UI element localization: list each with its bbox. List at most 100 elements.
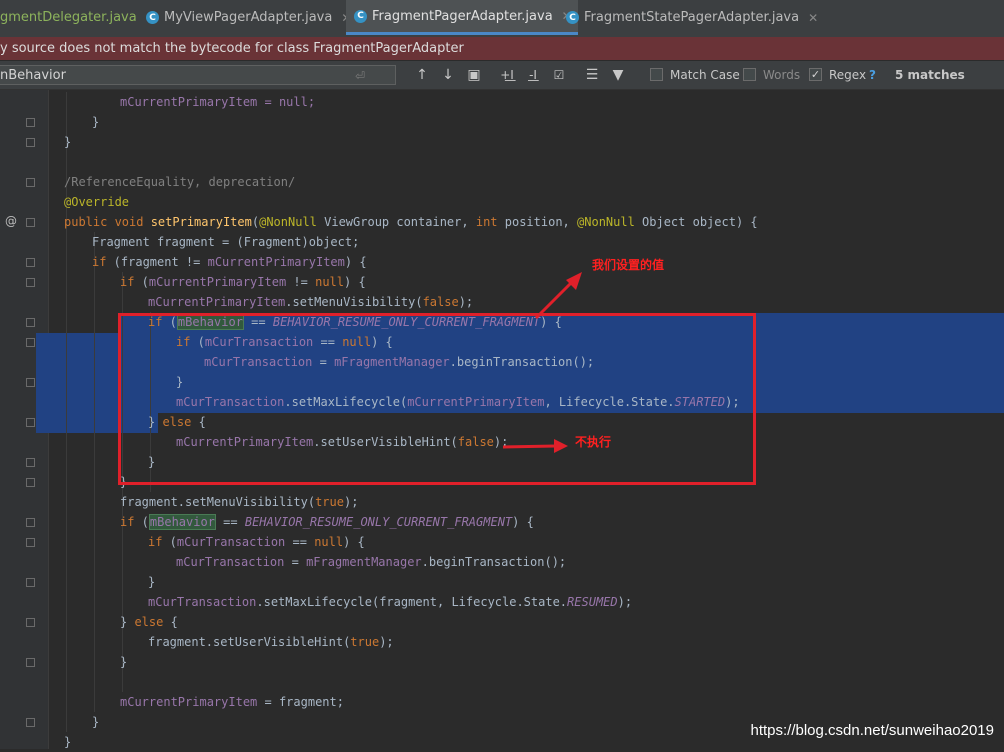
code-line: } bbox=[120, 652, 127, 672]
warning-text: y source does not match the bytecode for… bbox=[0, 41, 464, 56]
code-token: public void bbox=[64, 215, 151, 229]
add-occurrence-icon[interactable]: +͟I bbox=[498, 66, 516, 84]
code-token: position, bbox=[497, 215, 578, 229]
fold-marker-icon[interactable] bbox=[26, 338, 35, 347]
code-token: @NonNull bbox=[577, 215, 635, 229]
select-all-occurrences-icon[interactable]: ▣ bbox=[466, 66, 482, 84]
code-token: ) { bbox=[344, 255, 367, 269]
tab-fragment-delegater[interactable]: gmentDelegater.java ✕ bbox=[0, 0, 156, 35]
code-token: RESUMED bbox=[567, 595, 618, 609]
code-token: == bbox=[215, 515, 245, 529]
code-token: if bbox=[148, 535, 163, 549]
fold-marker-icon[interactable] bbox=[26, 658, 35, 667]
code-token: = fragment; bbox=[257, 695, 344, 709]
code-token: Fragment fragment = (Fragment)object; bbox=[92, 235, 360, 249]
override-marker-icon[interactable]: @ bbox=[5, 214, 17, 228]
code-token: mCurrentPrimaryItem bbox=[207, 255, 345, 269]
fold-marker-icon[interactable] bbox=[26, 418, 35, 427]
fold-marker-icon[interactable] bbox=[26, 218, 35, 227]
code-token: = bbox=[284, 555, 307, 569]
code-line: if (mCurrentPrimaryItem != null) { bbox=[120, 272, 366, 292]
fold-marker-icon[interactable] bbox=[26, 118, 35, 127]
code-line: Fragment fragment = (Fragment)object; bbox=[92, 232, 359, 252]
code-token: int bbox=[475, 215, 498, 229]
words-checkbox[interactable] bbox=[743, 68, 756, 81]
filter-lines-icon[interactable]: ☰ bbox=[583, 66, 601, 84]
next-match-icon[interactable]: ↓ bbox=[440, 66, 456, 84]
fold-marker-icon[interactable] bbox=[26, 718, 35, 727]
code-token: ); bbox=[617, 595, 633, 609]
tab-label: MyViewPagerAdapter.java bbox=[164, 10, 333, 25]
code-token: } bbox=[148, 575, 156, 589]
code-token: ) { bbox=[344, 275, 366, 289]
search-input[interactable]: nBehavior ⏎ bbox=[0, 65, 396, 85]
fold-marker-icon[interactable] bbox=[26, 518, 35, 527]
fold-marker-icon[interactable] bbox=[26, 178, 35, 187]
fold-marker-icon[interactable] bbox=[26, 538, 35, 547]
code-line: mCurTransaction = mFragmentManager.begin… bbox=[176, 552, 566, 572]
code-line: } bbox=[64, 132, 71, 152]
indent-guide bbox=[94, 232, 95, 712]
tab-fragment-pager-adapter[interactable]: C FragmentPagerAdapter.java ✕ bbox=[346, 0, 578, 35]
tab-label: gmentDelegater.java bbox=[0, 10, 137, 25]
bytecode-mismatch-warning: y source does not match the bytecode for… bbox=[0, 37, 1004, 60]
regex-help-icon[interactable]: ? bbox=[869, 68, 876, 82]
fold-marker-icon[interactable] bbox=[26, 378, 35, 387]
code-token: true bbox=[315, 495, 344, 509]
code-line: mCurTransaction.setMaxLifecycle(fragment… bbox=[148, 592, 632, 612]
code-token: if bbox=[120, 515, 135, 529]
code-line: mCurrentPrimaryItem = fragment; bbox=[120, 692, 344, 712]
previous-match-icon[interactable]: ↑ bbox=[414, 66, 430, 84]
annotation-note-value: 我们设置的值 bbox=[592, 258, 665, 272]
annotation-box bbox=[118, 313, 756, 485]
match-count: 5 matches bbox=[895, 68, 965, 82]
code-token: != bbox=[286, 275, 316, 289]
match-case-checkbox[interactable] bbox=[650, 68, 663, 81]
code-line: } bbox=[92, 112, 99, 132]
select-occurrences-icon[interactable]: ☑ bbox=[550, 66, 568, 84]
code-token: ( bbox=[134, 275, 149, 289]
annotation-note-skip: 不执行 bbox=[575, 435, 612, 449]
fold-marker-icon[interactable] bbox=[26, 478, 35, 487]
code-token: ( bbox=[134, 515, 149, 529]
code-token: BEHAVIOR_RESUME_ONLY_CURRENT_FRAGMENT bbox=[244, 515, 513, 529]
code-token: if bbox=[92, 255, 107, 269]
code-line: } bbox=[148, 572, 155, 592]
code-token: false bbox=[422, 295, 459, 309]
code-token: .setMaxLifecycle(fragment, Lifecycle.Sta… bbox=[256, 595, 568, 609]
code-token: } bbox=[64, 135, 72, 149]
fold-marker-icon[interactable] bbox=[26, 138, 35, 147]
code-token: fragment.setMenuVisibility( bbox=[120, 495, 316, 509]
tab-fragment-state-pager-adapter[interactable]: C FragmentStatePagerAdapter.java ✕ bbox=[566, 0, 818, 35]
fold-marker-icon[interactable] bbox=[26, 318, 35, 327]
close-icon[interactable]: ✕ bbox=[808, 11, 818, 25]
code-line: } else { bbox=[120, 612, 178, 632]
fold-marker-icon[interactable] bbox=[26, 258, 35, 267]
code-token: if bbox=[120, 275, 135, 289]
code-token: ) { bbox=[343, 535, 365, 549]
code-line: public void setPrimaryItem(@NonNull View… bbox=[64, 212, 758, 232]
fold-marker-icon[interactable] bbox=[26, 578, 35, 587]
match-case-label: Match Case bbox=[670, 68, 740, 82]
fold-marker-icon[interactable] bbox=[26, 618, 35, 627]
code-token: mCurrentPrimaryItem = null; bbox=[120, 95, 316, 109]
remove-occurrence-icon[interactable]: -͟I bbox=[524, 66, 542, 84]
code-token: ); bbox=[458, 295, 474, 309]
code-token: mCurrentPrimaryItem bbox=[148, 275, 287, 289]
filter-icon[interactable]: ▼ bbox=[609, 66, 627, 84]
fold-marker-icon[interactable] bbox=[26, 458, 35, 467]
regex-label: Regex bbox=[829, 68, 867, 82]
tab-my-view-pager-adapter[interactable]: C MyViewPagerAdapter.java ✕ bbox=[146, 0, 351, 35]
code-token: == bbox=[285, 535, 315, 549]
code-token: } bbox=[92, 715, 100, 729]
code-line: mCurrentPrimaryItem.setMenuVisibility(fa… bbox=[148, 292, 473, 312]
tab-label: FragmentPagerAdapter.java bbox=[372, 8, 553, 24]
code-line: if (mBehavior == BEHAVIOR_RESUME_ONLY_CU… bbox=[120, 512, 534, 532]
code-token: } bbox=[120, 615, 135, 629]
code-token: ViewGroup container, bbox=[316, 215, 476, 229]
code-token: .beginTransaction(); bbox=[421, 555, 567, 569]
class-icon: C bbox=[146, 11, 159, 24]
regex-checkbox[interactable]: ✓ bbox=[809, 68, 822, 81]
fold-marker-icon[interactable] bbox=[26, 278, 35, 287]
code-line: if (fragment != mCurrentPrimaryItem) { bbox=[92, 252, 367, 272]
